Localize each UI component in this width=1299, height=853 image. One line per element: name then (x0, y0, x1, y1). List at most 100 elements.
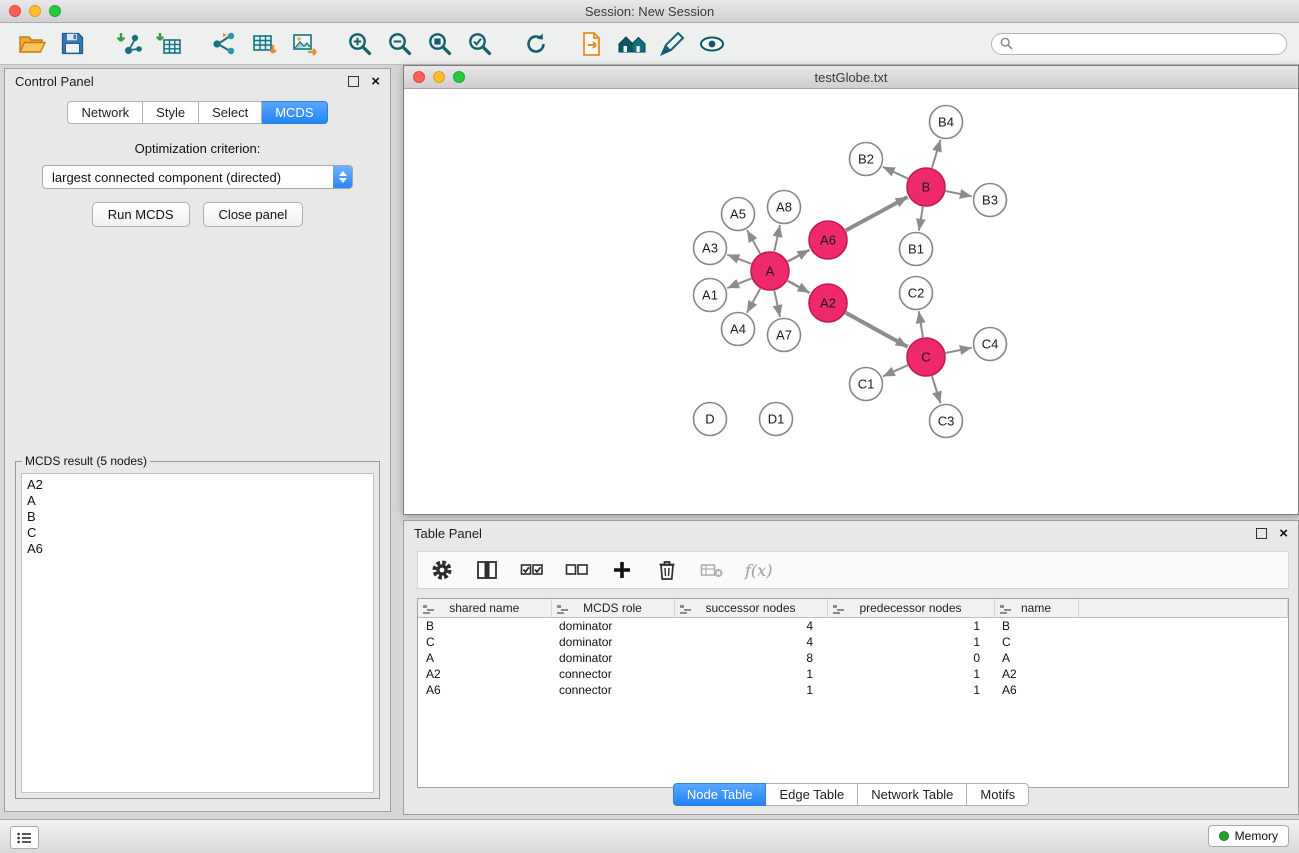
table-row[interactable]: A2connector11A2 (418, 666, 1288, 682)
save-session-button[interactable] (52, 26, 92, 62)
edge-B-B3[interactable] (946, 191, 972, 196)
column-header[interactable]: predecessor nodes (827, 599, 994, 618)
result-item[interactable]: B (27, 509, 368, 525)
create-column-button[interactable] (610, 558, 634, 582)
edge-B-B1[interactable] (919, 207, 923, 231)
edge-A-A5[interactable] (747, 230, 760, 253)
tab-network-table[interactable]: Network Table (858, 783, 967, 806)
tab-node-table[interactable]: Node Table (673, 783, 767, 806)
node-A3[interactable]: A3 (694, 232, 727, 265)
node-C2[interactable]: C2 (900, 277, 933, 310)
task-history-button[interactable] (10, 826, 39, 849)
node-B2[interactable]: B2 (850, 143, 883, 176)
column-header[interactable]: successor nodes (674, 599, 827, 618)
show-hide-button[interactable] (692, 26, 732, 62)
minimize-window-button[interactable] (29, 5, 41, 17)
import-network-from-file-button[interactable] (108, 26, 148, 62)
edge-A-A8[interactable] (774, 225, 780, 251)
search-input[interactable] (1018, 36, 1278, 52)
node-B3[interactable]: B3 (974, 184, 1007, 217)
select-all-rows-button[interactable] (520, 558, 544, 582)
close-panel-icon[interactable]: × (371, 74, 380, 89)
node-A[interactable]: A (751, 252, 789, 290)
node-C[interactable]: C (907, 338, 945, 376)
network-zoom-button[interactable] (453, 71, 465, 83)
zoom-fit-button[interactable] (420, 26, 460, 62)
style-brush-button[interactable] (652, 26, 692, 62)
network-canvas[interactable]: B4B2BB3A5A8A6B1A3AC2A1A2A4A7C4CC1C3DD1 (404, 89, 1298, 514)
tab-select[interactable]: Select (199, 101, 262, 124)
table-row[interactable]: Bdominator41B (418, 618, 1288, 635)
result-item[interactable]: A6 (27, 541, 368, 557)
result-item[interactable]: A2 (27, 477, 368, 493)
edge-A-A1[interactable] (727, 278, 751, 288)
search-field[interactable] (991, 33, 1287, 55)
close-panel-button[interactable]: Close panel (203, 202, 304, 227)
open-session-button[interactable] (12, 26, 52, 62)
refresh-view-button[interactable] (516, 26, 556, 62)
float-panel-icon[interactable] (348, 76, 359, 87)
table-row[interactable]: Cdominator41C (418, 634, 1288, 650)
table-row[interactable]: Adominator80A (418, 650, 1288, 666)
node-A2[interactable]: A2 (809, 284, 847, 322)
edge-C-C2[interactable] (919, 311, 923, 337)
node-A6[interactable]: A6 (809, 221, 847, 259)
tab-network[interactable]: Network (67, 101, 143, 124)
export-image-button[interactable] (284, 26, 324, 62)
close-window-button[interactable] (9, 5, 21, 17)
delete-table-button[interactable] (700, 558, 724, 582)
delete-column-button[interactable] (655, 558, 679, 582)
edge-A-A7[interactable] (774, 291, 780, 317)
node-A5[interactable]: A5 (722, 198, 755, 231)
table-settings-button[interactable] (430, 558, 454, 582)
node-C4[interactable]: C4 (974, 328, 1007, 361)
node-B4[interactable]: B4 (930, 106, 963, 139)
column-header[interactable]: MCDS role (551, 599, 674, 618)
table-row[interactable]: A6connector11A6 (418, 682, 1288, 698)
edge-A-A4[interactable] (747, 289, 760, 313)
node-A8[interactable]: A8 (768, 191, 801, 224)
node-A1[interactable]: A1 (694, 279, 727, 312)
edge-C-C1[interactable] (883, 365, 908, 376)
result-item[interactable]: C (27, 525, 368, 541)
new-table-button[interactable] (244, 26, 284, 62)
memory-button[interactable]: Memory (1208, 825, 1289, 847)
zoom-window-button[interactable] (49, 5, 61, 17)
node-table-container[interactable]: shared nameMCDS rolesuccessor nodesprede… (417, 598, 1289, 788)
table-close-panel-icon[interactable]: × (1279, 526, 1288, 541)
result-item[interactable]: A (27, 493, 368, 509)
edge-A2-C[interactable] (846, 313, 908, 347)
network-overview-button[interactable] (612, 26, 652, 62)
column-header[interactable]: shared name (418, 599, 551, 618)
node-D1[interactable]: D1 (760, 403, 793, 436)
zoom-selected-button[interactable] (460, 26, 500, 62)
node-A7[interactable]: A7 (768, 319, 801, 352)
mcds-result-list[interactable]: A2ABCA6 (21, 473, 374, 793)
table-float-panel-icon[interactable] (1256, 528, 1267, 539)
tab-motifs[interactable]: Motifs (967, 783, 1029, 806)
node-B1[interactable]: B1 (900, 233, 933, 266)
node-C3[interactable]: C3 (930, 405, 963, 438)
new-network-button[interactable] (204, 26, 244, 62)
function-builder-button[interactable]: f(x) (745, 561, 772, 580)
tab-style[interactable]: Style (143, 101, 199, 124)
edge-B-B2[interactable] (883, 167, 908, 179)
export-document-button[interactable] (572, 26, 612, 62)
edge-C-C3[interactable] (932, 376, 941, 403)
edge-B-B4[interactable] (932, 140, 941, 168)
network-minimize-button[interactable] (433, 71, 445, 83)
zoom-out-button[interactable] (380, 26, 420, 62)
zoom-in-button[interactable] (340, 26, 380, 62)
edge-A6-B[interactable] (846, 197, 908, 230)
tab-mcds[interactable]: MCDS (262, 101, 327, 124)
column-header[interactable]: name (994, 599, 1078, 618)
node-B[interactable]: B (907, 168, 945, 206)
tab-edge-table[interactable]: Edge Table (766, 783, 858, 806)
edge-A-A6[interactable] (788, 250, 810, 262)
import-table-from-file-button[interactable] (148, 26, 188, 62)
show-columns-button[interactable] (475, 558, 499, 582)
edge-A-A3[interactable] (727, 255, 751, 264)
network-window-titlebar[interactable]: testGlobe.txt (404, 66, 1298, 89)
node-C1[interactable]: C1 (850, 368, 883, 401)
edge-C-C4[interactable] (946, 348, 972, 353)
